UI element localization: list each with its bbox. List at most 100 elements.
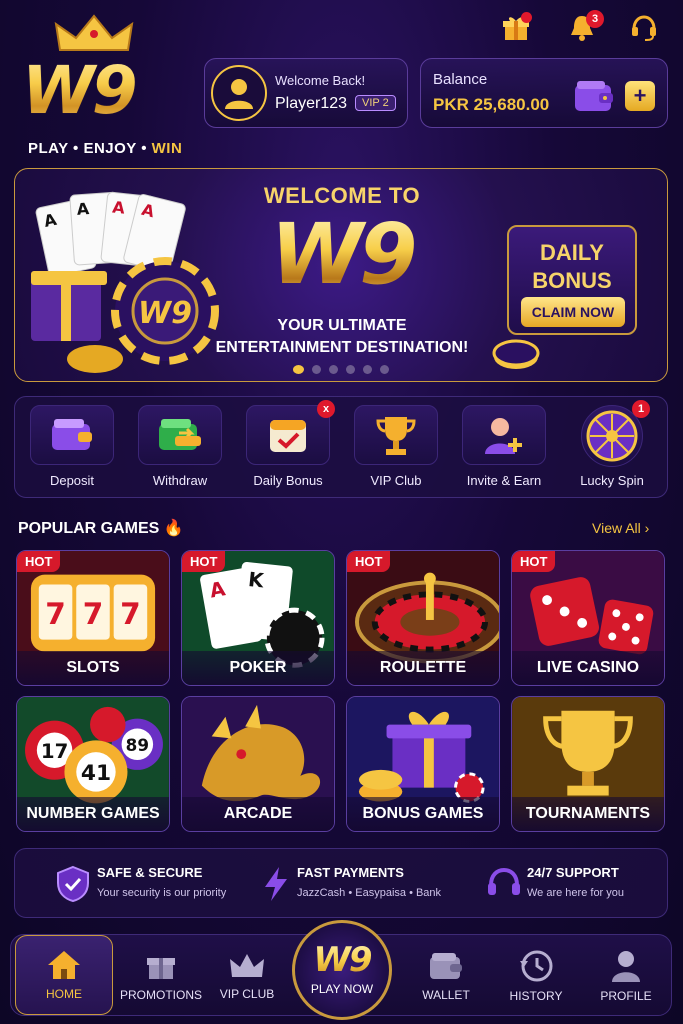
svg-text:41: 41 bbox=[81, 761, 111, 786]
welcome-text: Welcome Back! bbox=[275, 73, 366, 88]
wallet-icon bbox=[575, 81, 613, 111]
action-deposit[interactable]: Deposit bbox=[23, 405, 121, 493]
nav-history[interactable]: HISTORY bbox=[493, 935, 579, 1017]
user-card[interactable]: Welcome Back! Player123 VIP 2 bbox=[204, 58, 408, 128]
banner-subtitle-2: ENTERTAINMENT DESTINATION! bbox=[215, 339, 469, 356]
balance-label: Balance bbox=[433, 71, 488, 88]
play-now-button[interactable]: W9 PLAY NOW bbox=[292, 920, 392, 1020]
nav-label: PROFILE bbox=[600, 989, 652, 1003]
action-label: Withdraw bbox=[152, 473, 208, 488]
logo-text: W9 bbox=[22, 52, 138, 129]
action-lucky-spin[interactable]: 1 Lucky Spin bbox=[563, 400, 661, 493]
withdraw-icon bbox=[159, 419, 201, 450]
add-funds-button[interactable]: + bbox=[625, 81, 655, 111]
nav-home[interactable]: HOME bbox=[15, 935, 113, 1015]
game-tile-arcade[interactable]: ARCADE bbox=[181, 696, 335, 832]
features-bar: SAFE & SECURE Your security is our prior… bbox=[14, 848, 668, 918]
hero-banner[interactable]: A A A A W9 WELCOME TO W9 YOUR ULTIMATE E… bbox=[14, 168, 668, 382]
svg-text:89: 89 bbox=[126, 735, 149, 755]
svg-text:7: 7 bbox=[120, 597, 141, 631]
nav-profile[interactable]: PROFILE bbox=[583, 935, 669, 1017]
brand-logo: W9 PLAY • ENJOY • WIN bbox=[14, 14, 194, 164]
gift-icon bbox=[147, 958, 175, 979]
carousel-dot[interactable] bbox=[312, 365, 321, 374]
hot-badge: HOT bbox=[17, 551, 61, 572]
feature-sub: JazzCash • Easypaisa • Bank bbox=[297, 887, 442, 899]
hot-badge: HOT bbox=[347, 551, 391, 572]
game-tile-bonus-games[interactable]: BONUS GAMES bbox=[346, 696, 500, 832]
carousel-dot[interactable] bbox=[346, 365, 355, 374]
home-icon bbox=[48, 951, 80, 979]
fire-icon: 🔥 bbox=[163, 520, 184, 537]
nav-label: PROMOTIONS bbox=[119, 988, 202, 1002]
action-label: Invite & Earn bbox=[466, 473, 542, 488]
game-name: LIVE CASINO bbox=[512, 651, 664, 685]
crown-icon bbox=[54, 14, 134, 51]
history-icon bbox=[520, 950, 553, 982]
profile-icon bbox=[612, 951, 640, 982]
action-invite-earn[interactable]: Invite & Earn bbox=[455, 405, 553, 493]
play-now-logo: W9 bbox=[313, 940, 372, 980]
bell-icon[interactable]: 3 bbox=[566, 10, 604, 44]
game-tile-tournaments[interactable]: TOURNAMENTS bbox=[511, 696, 665, 832]
game-tile-roulette[interactable]: HOT ROULETTE bbox=[346, 550, 500, 686]
quick-actions: Deposit Withdraw x Daily Bonus VIP Club … bbox=[14, 396, 668, 498]
feature-title: 24/7 SUPPORT bbox=[527, 865, 619, 880]
game-name: SLOTS bbox=[17, 651, 169, 685]
carousel-dot[interactable] bbox=[363, 365, 372, 374]
view-all-link[interactable]: View All › bbox=[592, 520, 649, 536]
nav-vip-club[interactable]: VIP CLUB bbox=[207, 935, 287, 1017]
gift-badge bbox=[521, 12, 532, 23]
action-label: Deposit bbox=[49, 473, 95, 488]
carousel-dot[interactable] bbox=[380, 365, 389, 374]
feature-title: SAFE & SECURE bbox=[97, 865, 203, 880]
game-name: NUMBER GAMES bbox=[17, 797, 169, 831]
action-label: Daily Bonus bbox=[253, 473, 323, 488]
wallet-icon bbox=[52, 419, 92, 450]
nav-wallet[interactable]: WALLET bbox=[405, 935, 487, 1017]
feature-title: FAST PAYMENTS bbox=[297, 865, 404, 880]
game-name: POKER bbox=[182, 651, 334, 685]
action-label: Lucky Spin bbox=[580, 473, 644, 488]
action-vip-club[interactable]: VIP Club bbox=[347, 405, 445, 493]
carousel-dot[interactable] bbox=[329, 365, 338, 374]
avatar[interactable] bbox=[211, 65, 267, 121]
balance-card: Balance PKR 25,680.00 + bbox=[420, 58, 668, 128]
nav-label: VIP CLUB bbox=[219, 987, 275, 1001]
action-daily-bonus[interactable]: x Daily Bonus bbox=[239, 400, 337, 493]
game-tile-poker[interactable]: AK HOT POKER bbox=[181, 550, 335, 686]
claim-now-button[interactable]: CLAIM NOW bbox=[521, 297, 625, 327]
svg-text:17: 17 bbox=[41, 740, 68, 763]
feature-sub: Your security is our priority bbox=[97, 887, 227, 899]
game-tile-number-games[interactable]: 17 89 41 NUMBER GAMES bbox=[16, 696, 170, 832]
hot-badge: HOT bbox=[182, 551, 226, 572]
gift-icon[interactable] bbox=[500, 12, 532, 44]
nav-label: HISTORY bbox=[509, 989, 563, 1003]
player-name: Player123 bbox=[275, 95, 348, 112]
action-label: VIP Club bbox=[370, 473, 422, 488]
daily-bonus-box[interactable]: DAILY BONUS CLAIM NOW bbox=[507, 225, 637, 335]
nav-label: HOME bbox=[46, 987, 82, 1001]
headset-icon bbox=[488, 867, 520, 895]
support-headset-icon[interactable] bbox=[628, 12, 660, 44]
lightning-icon bbox=[265, 867, 287, 901]
game-name: BONUS GAMES bbox=[347, 797, 499, 831]
invite-icon bbox=[485, 418, 522, 454]
wheel-icon bbox=[586, 410, 638, 462]
carousel-dots[interactable] bbox=[293, 365, 389, 374]
wallet-icon bbox=[430, 953, 462, 979]
chevron-right-icon: › bbox=[644, 520, 650, 536]
carousel-dot[interactable] bbox=[293, 365, 304, 374]
nav-promotions[interactable]: PROMOTIONS bbox=[115, 935, 207, 1017]
game-name: TOURNAMENTS bbox=[512, 797, 664, 831]
action-withdraw[interactable]: Withdraw bbox=[131, 405, 229, 493]
chip-icon bbox=[492, 339, 540, 369]
balance-value: PKR 25,680.00 bbox=[433, 95, 550, 114]
svg-text:7: 7 bbox=[45, 597, 66, 631]
lucky-spin-badge: 1 bbox=[632, 400, 650, 418]
game-tile-slots[interactable]: 777 HOT SLOTS bbox=[16, 550, 170, 686]
daily-bonus-title: DAILY BONUS bbox=[532, 240, 612, 293]
user-icon bbox=[225, 79, 253, 109]
section-title: POPULAR GAMES 🔥 bbox=[18, 520, 184, 537]
game-tile-live-casino[interactable]: HOT LIVE CASINO bbox=[511, 550, 665, 686]
